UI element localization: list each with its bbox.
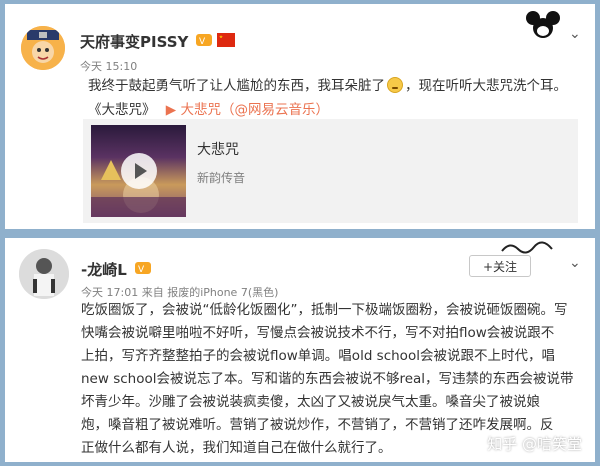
post-line: new school会被说忘了本。写和谐的东西会被说不够real，写违禁的东西会…	[81, 371, 574, 387]
play-icon[interactable]	[121, 153, 157, 189]
chevron-down-icon[interactable]: ⌄	[569, 255, 581, 271]
username-1[interactable]: 天府事变PISSY	[80, 31, 188, 52]
music-link[interactable]: ▶ 大悲咒（@网易云音乐）	[166, 102, 329, 118]
china-flag-icon	[217, 32, 235, 51]
music-card[interactable]: 大悲咒 新韵传音	[83, 119, 578, 223]
user-avatar-1[interactable]	[21, 26, 65, 70]
song-title-quote: 《大悲咒》	[88, 102, 156, 118]
emoji-icon	[387, 77, 403, 93]
weibo-post-card-2: -龙崎L V 今天 17:01 来自 报废的iPhone 7(黑色) +关注 ⌄…	[5, 238, 595, 462]
post-line: 坏青少年。沙雕了会被说装疯卖傻，太凶了又被说戾气太重。嗓音尖了被说娘	[81, 394, 540, 410]
post-line: 快嘴会被说噼里啪啦不好听，写慢点会被说技术不行，写不对拍flow会被说跟不	[81, 325, 555, 341]
follow-button[interactable]: +关注	[469, 255, 531, 277]
music-title: 大悲咒	[197, 142, 239, 158]
chevron-down-icon[interactable]: ⌄	[569, 26, 581, 42]
svg-text:V: V	[138, 265, 145, 275]
album-cover[interactable]	[91, 125, 186, 217]
username-2[interactable]: -龙崎L	[81, 259, 127, 280]
post-line: 上拍，写齐齐整整拍子的会被说flow单调。唱old school会被说跟不上时代…	[81, 348, 555, 364]
music-artist: 新韵传音	[197, 171, 246, 185]
vip-icon: V	[134, 260, 152, 280]
post-meta-2: 今天 17:01 来自 报废的iPhone 7(黑色)	[81, 286, 279, 299]
post-line: 吃饭圈饭了，会被说“低龄化饭圈化”，抵制一下极端饭圈粉，会被说砸饭圈碗。写	[81, 302, 568, 318]
svg-text:V: V	[199, 37, 206, 47]
user-avatar-2[interactable]	[19, 249, 69, 299]
post-text-1: 我终于鼓起勇气听了让人尴尬的东西，我耳朵脏了 ，现在听听大悲咒洗个耳。	[88, 77, 567, 94]
weibo-post-card-1: 天府事变PISSY V 今天 15:10 ⌄ 我终于鼓起勇气听了让人尴尬的东西，…	[5, 4, 595, 229]
post-time-1[interactable]: 今天 15:10	[80, 58, 137, 74]
vip-icon: V	[195, 32, 213, 52]
zhihu-watermark: 知乎 @唁笑堂	[487, 435, 582, 453]
mickey-decoration-icon	[525, 10, 561, 44]
